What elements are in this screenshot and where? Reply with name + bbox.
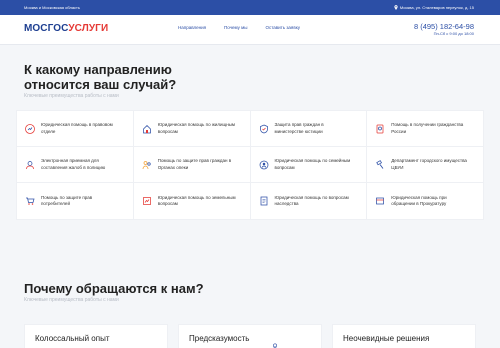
reason-title: Колоссальный опыт [35, 334, 110, 343]
direction-housing[interactable]: Юридическая помощь по жилищным вопросам [134, 111, 251, 146]
directions-subtitle: Ключевые преимущества работы с нами [24, 93, 119, 99]
directions-row: Электронная приемная для составления жал… [17, 147, 483, 183]
region-text: Москва и Московская область [24, 5, 80, 10]
direction-label: Юридическая помощь по семейным вопросам [274, 158, 351, 170]
top-bar: Москва и Московская область Москва, ул. … [0, 0, 500, 15]
nav-request[interactable]: Оставить заявку [266, 25, 301, 30]
direction-label: Помощь в получении гражданства России [391, 122, 464, 134]
address-text: Москва, ул. Сталеваров переулок, д. 15 [399, 5, 474, 10]
address: Москва, ул. Сталеваров переулок, д. 15 [394, 5, 474, 10]
direction-justice-ministry[interactable]: Защита прав граждан в министерстве юстиц… [251, 111, 368, 146]
nav-why-us[interactable]: Почему мы [224, 25, 247, 30]
direction-legal-department[interactable]: Юридическая помощь в правовом отделе [17, 111, 134, 146]
header: МОСГОСУСЛУГИ Направления Почему мы Остав… [0, 15, 500, 45]
direction-label: Юридическая помощь по жилищным вопросам [157, 122, 236, 134]
directions-title: К какому направлению относится ваш случа… [24, 62, 176, 92]
direction-label: Юридическая помощь по вопросам наследств… [274, 194, 349, 207]
direction-city-property[interactable]: Департамент городского имущества ЦБУИ [367, 147, 483, 182]
reason-title: Неочевидные решения [343, 334, 430, 343]
reasons-cards: Колоссальный опыт Предсказумость Неочеви… [24, 324, 476, 348]
family-icon [259, 160, 268, 169]
direction-label: Помощь по защите прав граждан в Органах … [157, 158, 232, 170]
family-icon [142, 160, 151, 169]
house-icon [142, 124, 151, 133]
logo-part-1: МОСГОС [24, 23, 69, 34]
direction-label: Юридическая помощь в правовом отделе [41, 122, 113, 134]
direction-guardianship[interactable]: Помощь по защите прав граждан в Органах … [134, 147, 251, 182]
main-nav: Направления Почему мы Оставить заявку [178, 25, 318, 30]
land-icon [142, 197, 151, 205]
phone-number[interactable]: 8 (495) 182-64-98 [414, 22, 474, 31]
direction-land[interactable]: Юридическая помощь по земельным вопросам [134, 183, 251, 219]
directions-title-line2: относится ваш случай? [24, 77, 177, 92]
reason-title: Предсказумость [189, 334, 250, 343]
hammer-icon [376, 159, 384, 169]
direction-family[interactable]: Юридическая помощь по семейным вопросам [251, 147, 368, 182]
reason-card-experience: Колоссальный опыт [24, 324, 168, 348]
person-icon [272, 343, 278, 348]
logo[interactable]: МОСГОСУСЛУГИ [24, 23, 108, 34]
document-icon [260, 196, 267, 206]
cart-icon [26, 197, 35, 205]
directions-row: Юридическая помощь в правовом отделе Юри… [17, 111, 483, 147]
nav-directions[interactable]: Направления [178, 25, 206, 30]
direction-inheritance[interactable]: Юридическая помощь по вопросам наследств… [251, 183, 368, 219]
reason-card-solutions: Неочевидные решения [332, 324, 476, 348]
directions-grid: Юридическая помощь в правовом отделе Юри… [16, 110, 484, 220]
police-icon [26, 160, 34, 169]
legal-icon [25, 123, 35, 134]
working-hours: Пн-Сб с 9:00 до 18:00 [433, 31, 474, 36]
direction-consumer-rights[interactable]: Помощь по защите прав потребителей [17, 183, 134, 219]
directions-title-line1: К какому направлению [24, 62, 172, 77]
direction-prosecutor[interactable]: Юридическая помощь при обращении в Проку… [367, 183, 483, 219]
direction-police-complaints[interactable]: Электронная приемная для составления жал… [17, 147, 134, 182]
direction-label: Защита прав граждан в министерстве юстиц… [274, 122, 324, 134]
direction-label: Департамент городского имущества ЦБУИ [391, 158, 467, 170]
direction-label: Юридическая помощь по земельным вопросам [157, 194, 236, 207]
why-subtitle: Ключевые преимущества работы с нами [24, 297, 119, 303]
location-pin-icon [394, 5, 398, 10]
logo-part-2: УСЛУГИ [68, 23, 109, 34]
direction-label: Электронная приемная для составления жал… [41, 158, 106, 170]
shield-icon [259, 124, 268, 133]
why-title: Почему обращаются к нам? [24, 281, 204, 296]
direction-citizenship[interactable]: Помощь в получении гражданства России [367, 111, 483, 146]
directions-row: Помощь по защите прав потребителей Юриди… [17, 183, 483, 219]
direction-label: Юридическая помощь при обращении в Проку… [391, 194, 447, 207]
direction-label: Помощь по защите прав потребителей [41, 194, 93, 207]
reason-card-predictability: Предсказумость [178, 324, 322, 348]
passport-icon [376, 124, 384, 133]
prosecutor-icon [376, 197, 385, 205]
